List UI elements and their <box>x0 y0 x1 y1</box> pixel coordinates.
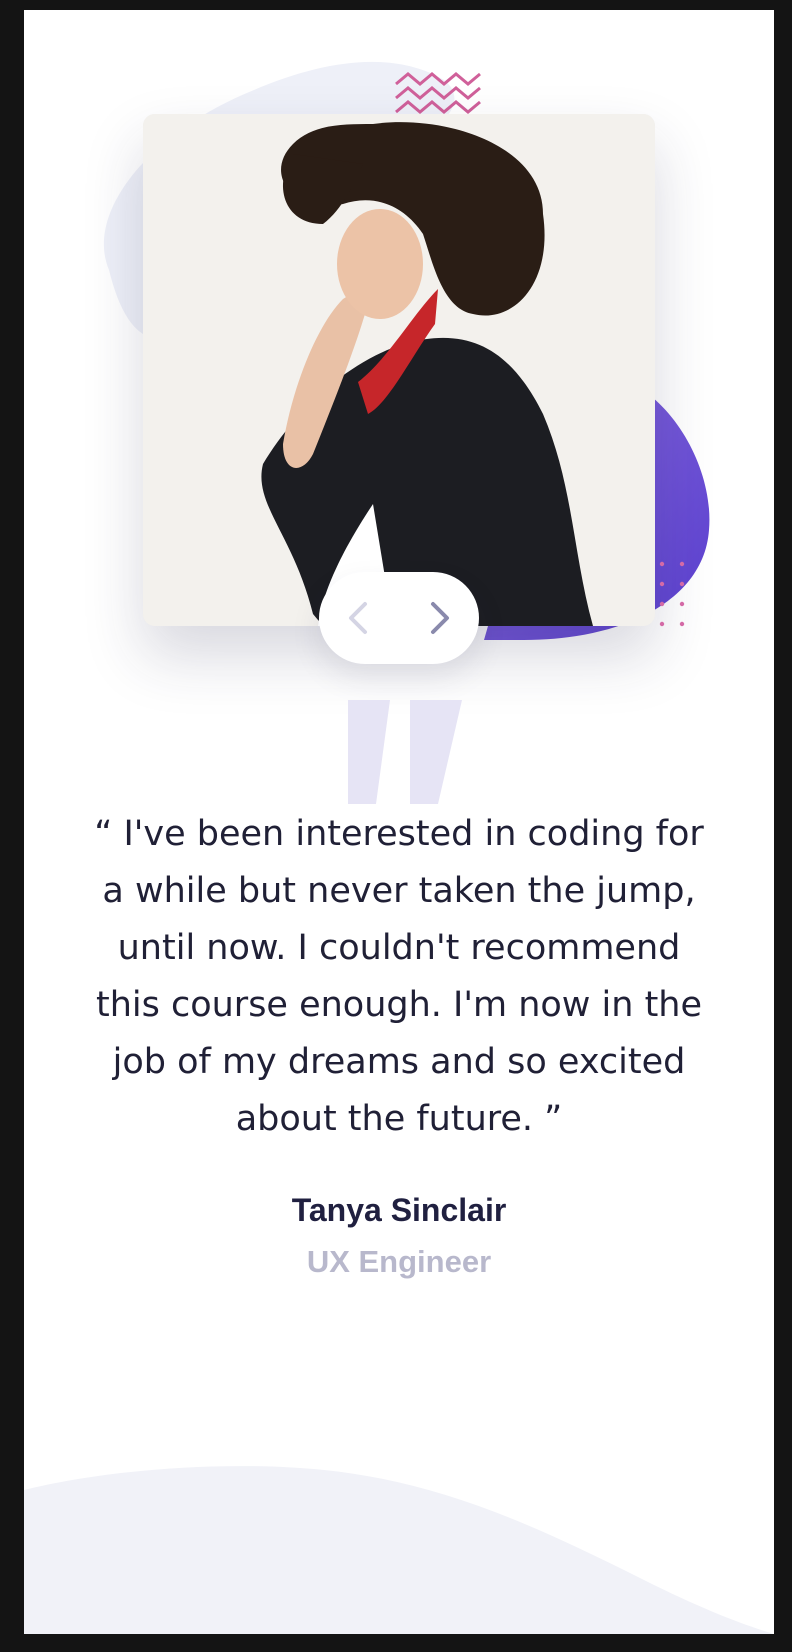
quote-mark-icon <box>348 700 462 804</box>
slider-navigation <box>319 572 479 664</box>
next-button[interactable] <box>415 592 465 644</box>
dot-pattern <box>659 561 685 627</box>
author-name: Tanya Sinclair <box>291 1192 507 1228</box>
testimonial-card: “ I've been interested in coding for a w… <box>24 10 774 1634</box>
bottom-curve-decoration <box>24 1466 774 1634</box>
zigzag-pattern <box>395 72 481 114</box>
prev-button[interactable] <box>333 592 383 644</box>
chevron-left-icon <box>349 602 367 634</box>
profile-photo <box>143 114 655 626</box>
testimonial-quote: “ I've been interested in coding for a w… <box>94 814 704 1139</box>
chevron-right-icon <box>431 602 449 634</box>
author-role: UX Engineer <box>306 1244 492 1279</box>
